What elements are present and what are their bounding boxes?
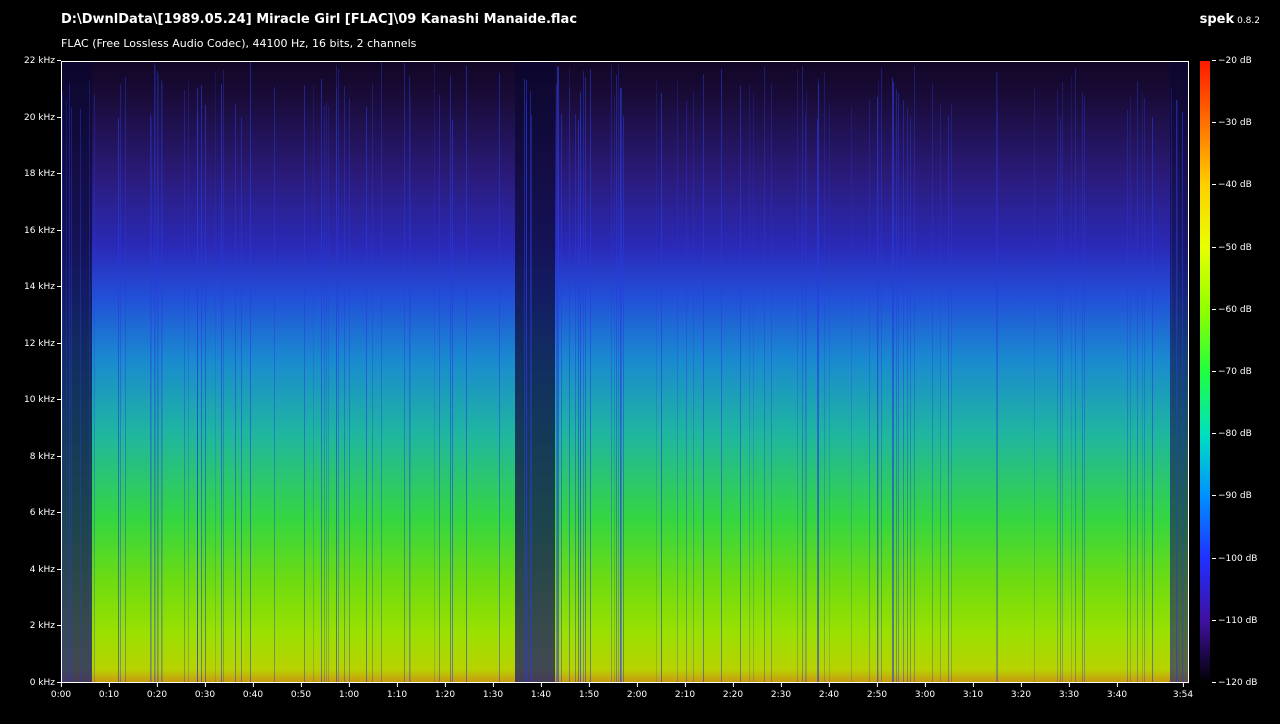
db-tick: −50 dB xyxy=(1212,243,1252,253)
db-tick: −80 dB xyxy=(1212,429,1252,439)
db-tick: −100 dB xyxy=(1212,554,1257,564)
db-tick: −30 dB xyxy=(1212,118,1252,128)
db-tick: −120 dB xyxy=(1212,678,1257,688)
db-tick: −20 dB xyxy=(1212,56,1252,66)
db-tick: −90 dB xyxy=(1212,491,1252,501)
color-scale-axis: −20 dB −30 dB −40 dB −50 dB −60 dB −70 d… xyxy=(0,0,1280,724)
db-tick: −40 dB xyxy=(1212,180,1252,190)
db-tick: −70 dB xyxy=(1212,367,1252,377)
db-tick: −110 dB xyxy=(1212,616,1257,626)
db-tick: −60 dB xyxy=(1212,305,1252,315)
